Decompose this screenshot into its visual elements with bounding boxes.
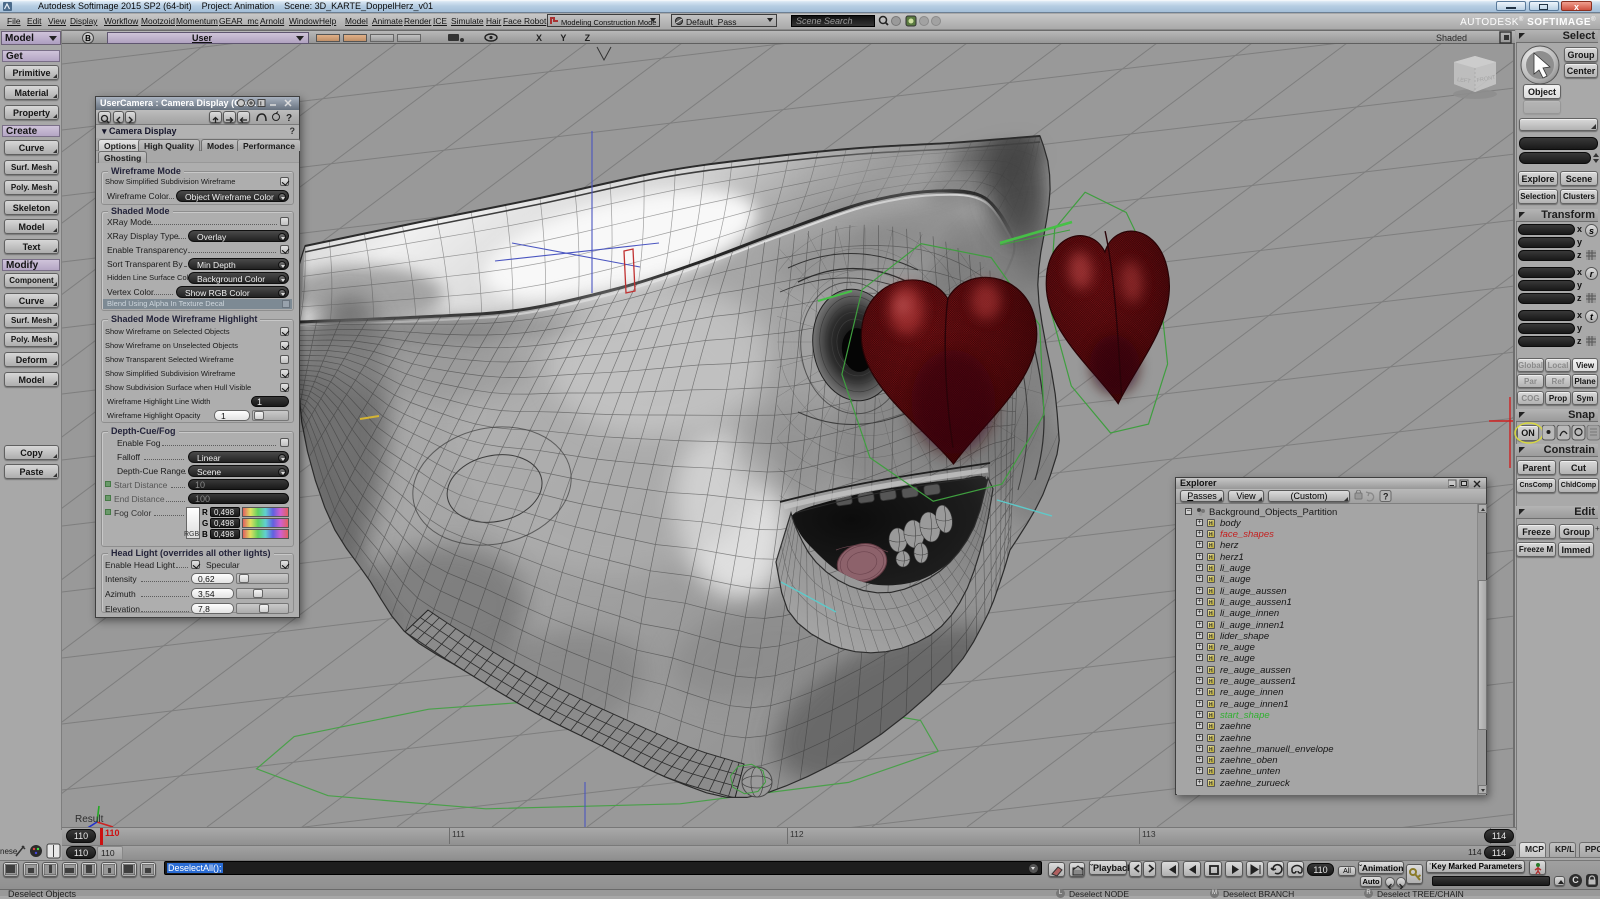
svg-text:?: ? <box>286 113 292 123</box>
svg-text:?: ? <box>1383 492 1389 502</box>
